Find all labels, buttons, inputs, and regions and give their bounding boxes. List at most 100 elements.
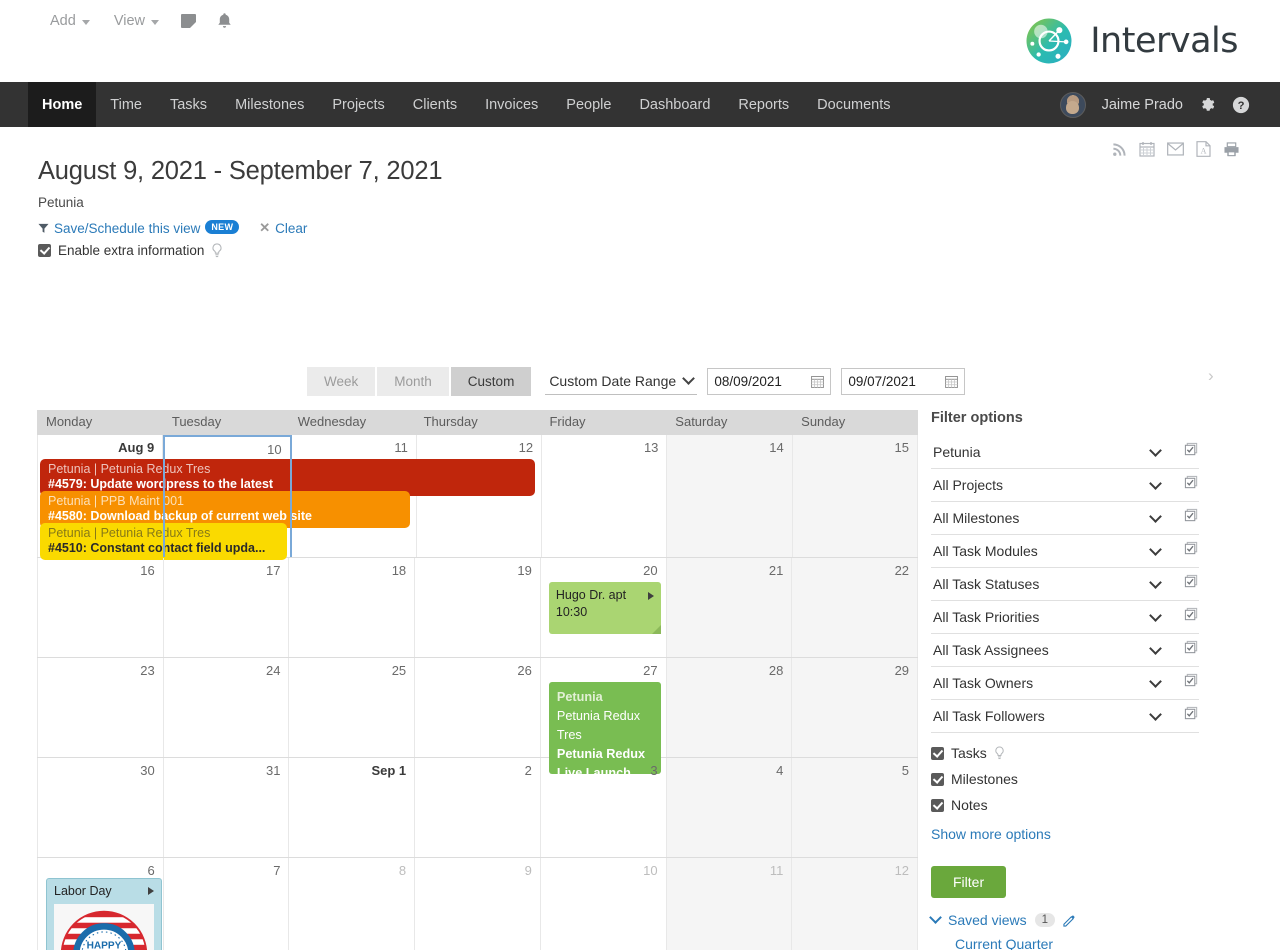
day-cell-today[interactable]: 10 — [163, 435, 292, 557]
day-cell[interactable]: 20 Hugo Dr. apt 10:30 — [541, 558, 667, 657]
tasks-checkbox[interactable] — [931, 746, 944, 760]
saved-views-toggle[interactable]: Saved views 1 — [929, 911, 1231, 928]
day-cell[interactable]: 29 — [792, 658, 919, 757]
select-all-icon[interactable] — [1184, 442, 1199, 462]
day-cell[interactable]: 14 — [667, 435, 793, 557]
filter-task-assignees[interactable]: All Task Assignees — [931, 634, 1199, 667]
checkbox-milestones[interactable]: Milestones — [931, 771, 1231, 787]
nav-item-invoices[interactable]: Invoices — [471, 82, 552, 127]
view-segment-custom[interactable]: Custom — [450, 367, 534, 396]
select-all-icon[interactable] — [1184, 673, 1199, 693]
enable-extra-information-checkbox[interactable] — [38, 244, 51, 257]
edit-pencil-icon[interactable] — [1063, 914, 1076, 927]
filter-task-modules[interactable]: All Task Modules — [931, 535, 1199, 568]
select-all-icon[interactable] — [1184, 706, 1199, 726]
day-cell[interactable]: 16 — [37, 558, 164, 657]
day-cell[interactable]: 31 — [164, 758, 290, 857]
notes-checkbox[interactable] — [931, 798, 944, 812]
nav-item-time[interactable]: Time — [96, 82, 156, 127]
collapse-sidebar-button[interactable]: › — [1208, 367, 1214, 384]
nav-item-dashboard[interactable]: Dashboard — [625, 82, 724, 127]
view-segment-month[interactable]: Month — [377, 367, 451, 396]
pdf-icon[interactable]: A — [1196, 141, 1211, 157]
nav-item-people[interactable]: People — [552, 82, 625, 127]
date-to-input[interactable]: 09/07/2021 — [841, 368, 966, 395]
day-cell[interactable]: 12 — [417, 435, 543, 557]
day-cell[interactable]: 5 — [792, 758, 919, 857]
note-event-hugo[interactable]: Hugo Dr. apt 10:30 — [548, 582, 661, 634]
nav-item-home[interactable]: Home — [28, 82, 97, 127]
date-range-select[interactable]: Custom Date Range — [545, 369, 698, 395]
nav-item-milestones[interactable]: Milestones — [221, 82, 318, 127]
day-cell[interactable]: 2 — [415, 758, 541, 857]
nav-item-clients[interactable]: Clients — [399, 82, 471, 127]
day-cell[interactable]: 13 — [542, 435, 668, 557]
day-cell[interactable]: 23 — [37, 658, 164, 757]
select-all-icon[interactable] — [1184, 640, 1199, 660]
help-button[interactable]: ? — [1232, 96, 1250, 114]
day-cell[interactable]: 21 — [666, 558, 793, 657]
day-cell[interactable]: 15 — [792, 435, 918, 557]
day-cell[interactable]: 30 — [37, 758, 164, 857]
add-menu[interactable]: Add — [38, 9, 102, 33]
filter-task-priorities[interactable]: All Task Priorities — [931, 601, 1199, 634]
filter-button[interactable]: Filter — [931, 866, 1007, 898]
day-cell[interactable]: 18 — [289, 558, 416, 657]
calendar-picker-icon[interactable] — [945, 375, 959, 388]
brand-logo[interactable]: Intervals — [1022, 14, 1238, 68]
day-cell[interactable]: 6 Labor Day HAPPY — [37, 858, 164, 950]
day-cell[interactable]: 27 Petunia Petunia Redux Tres Petunia Re… — [541, 658, 667, 780]
email-icon[interactable] — [1167, 142, 1184, 156]
nav-item-tasks[interactable]: Tasks — [156, 82, 221, 127]
notifications-button[interactable] — [206, 8, 243, 34]
settings-button[interactable] — [1199, 96, 1216, 113]
note-button[interactable] — [171, 10, 206, 32]
rss-icon[interactable] — [1112, 142, 1127, 157]
save-schedule-view-link[interactable]: Save/Schedule this view NEW — [38, 220, 240, 236]
filter-task-owners[interactable]: All Task Owners — [931, 667, 1199, 700]
select-all-icon[interactable] — [1184, 607, 1199, 627]
enable-extra-information-row[interactable]: Enable extra information — [0, 236, 1280, 258]
day-cell[interactable]: 24 — [164, 658, 290, 757]
filter-task-followers[interactable]: All Task Followers — [931, 700, 1199, 733]
nav-item-reports[interactable]: Reports — [724, 82, 803, 127]
day-cell[interactable]: 11 — [666, 858, 793, 950]
day-cell[interactable]: 9 — [415, 858, 541, 950]
day-cell[interactable]: 12 — [792, 858, 919, 950]
calendar-picker-icon[interactable] — [811, 375, 825, 388]
user-name[interactable]: Jaime Prado — [1102, 97, 1183, 113]
day-cell[interactable]: 28 — [666, 658, 793, 757]
day-cell[interactable]: 25 — [289, 658, 416, 757]
select-all-icon[interactable] — [1184, 475, 1199, 495]
saved-view-current-quarter[interactable]: Current Quarter — [955, 936, 1231, 950]
view-segment-week[interactable]: Week — [307, 367, 378, 396]
select-all-icon[interactable] — [1184, 508, 1199, 528]
checkbox-tasks[interactable]: Tasks — [931, 745, 1231, 761]
filter-projects[interactable]: All Projects — [931, 469, 1199, 502]
day-cell[interactable]: 19 — [415, 558, 541, 657]
select-all-icon[interactable] — [1184, 541, 1199, 561]
checkbox-notes[interactable]: Notes — [931, 797, 1231, 813]
nav-item-documents[interactable]: Documents — [803, 82, 904, 127]
day-cell[interactable]: 26 — [415, 658, 541, 757]
day-cell[interactable]: 7 — [164, 858, 290, 950]
calendar-icon[interactable] — [1139, 141, 1155, 157]
filter-task-statuses[interactable]: All Task Statuses — [931, 568, 1199, 601]
clear-link[interactable]: ✕ Clear — [259, 220, 307, 236]
milestones-checkbox[interactable] — [931, 772, 944, 786]
holiday-event-labor-day[interactable]: Labor Day HAPPY — [46, 878, 162, 950]
filter-milestones[interactable]: All Milestones — [931, 502, 1199, 535]
day-cell[interactable]: 8 — [289, 858, 416, 950]
day-cell[interactable]: 3 — [541, 758, 667, 857]
day-cell[interactable]: 17 — [164, 558, 290, 657]
show-more-options-link[interactable]: Show more options — [931, 826, 1231, 842]
day-cell[interactable]: Sep 1 — [289, 758, 416, 857]
filter-client[interactable]: Petunia — [931, 436, 1199, 469]
day-cell[interactable]: 22 — [792, 558, 919, 657]
date-from-input[interactable]: 08/09/2021 — [707, 368, 832, 395]
avatar[interactable] — [1059, 91, 1086, 118]
day-cell[interactable]: 4 — [666, 758, 793, 857]
select-all-icon[interactable] — [1184, 574, 1199, 594]
print-icon[interactable] — [1223, 141, 1240, 157]
day-cell[interactable]: 10 — [541, 858, 667, 950]
